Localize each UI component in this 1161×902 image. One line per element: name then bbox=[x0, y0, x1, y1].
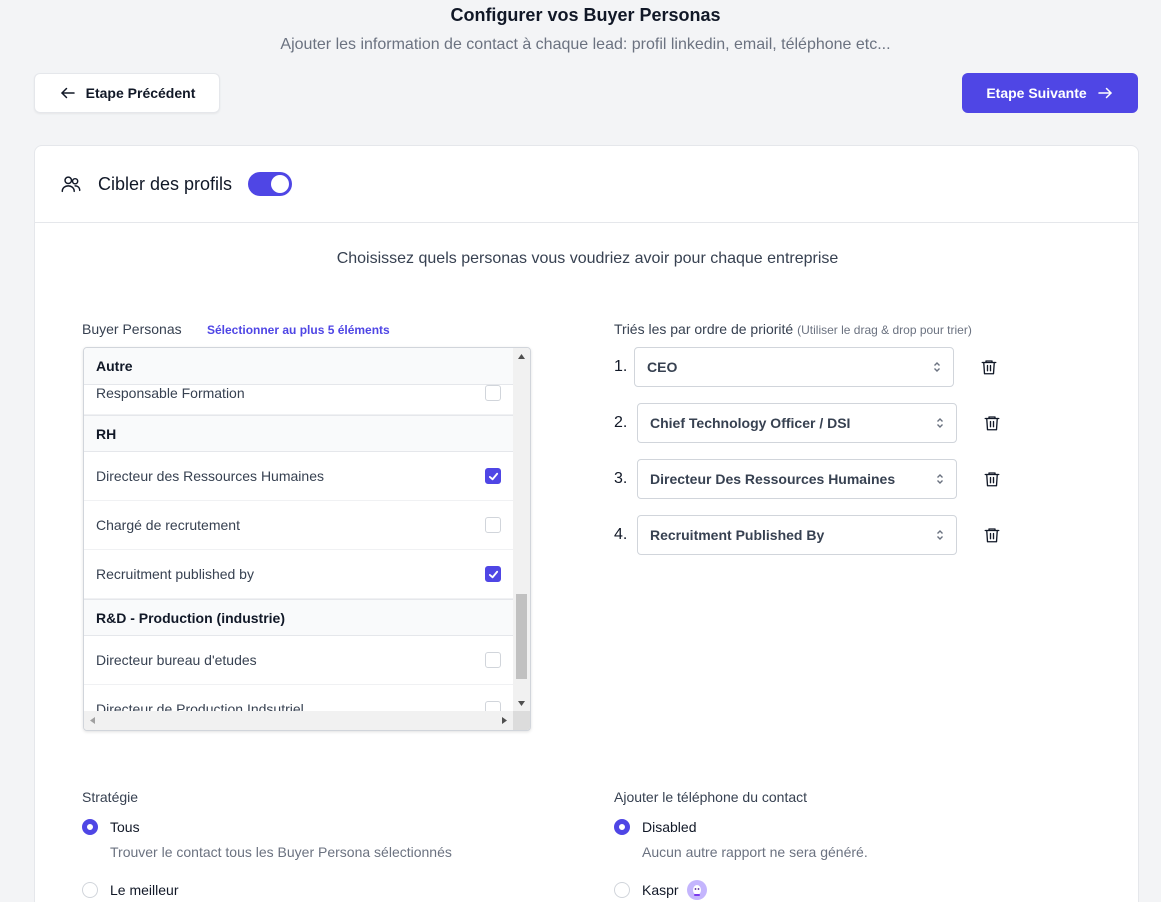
horizontal-scrollbar[interactable] bbox=[84, 711, 513, 730]
phone-option-disabled[interactable]: Disabled bbox=[614, 819, 696, 835]
priority-select-value: CEO bbox=[647, 359, 678, 375]
priority-row: 3. Directeur Des Ressources Humaines bbox=[614, 459, 1001, 499]
checkbox[interactable] bbox=[485, 517, 501, 533]
priority-number: 3. bbox=[614, 470, 628, 487]
list-item[interactable]: Recruitment published by bbox=[84, 550, 513, 599]
select-arrows-icon bbox=[934, 362, 940, 372]
list-item-label: Chargé de recrutement bbox=[96, 517, 240, 533]
priority-select[interactable]: Directeur Des Ressources Humaines bbox=[637, 459, 957, 499]
card-title: Cibler des profils bbox=[98, 173, 233, 194]
priority-select[interactable]: Chief Technology Officer / DSI bbox=[637, 403, 957, 443]
trash-icon[interactable] bbox=[983, 470, 1001, 488]
scrollbar-thumb[interactable] bbox=[516, 594, 527, 679]
list-item[interactable]: Directeur de Production Indsutriel bbox=[84, 685, 513, 712]
list-item-label: Recruitment published by bbox=[96, 566, 254, 582]
group-header: RH bbox=[84, 415, 513, 452]
target-profiles-toggle[interactable] bbox=[248, 172, 293, 196]
radio-button[interactable] bbox=[82, 882, 98, 898]
radio-label: Tous bbox=[110, 819, 140, 835]
priority-number: 1. bbox=[614, 358, 628, 375]
scrollbar-corner bbox=[513, 711, 530, 730]
scroll-down-icon[interactable] bbox=[513, 695, 530, 712]
scroll-left-icon[interactable] bbox=[84, 711, 101, 730]
trash-icon[interactable] bbox=[983, 414, 1001, 432]
buyer-personas-label: Buyer Personas bbox=[82, 321, 182, 337]
phone-label: Ajouter le téléphone du contact bbox=[614, 789, 808, 805]
previous-step-button[interactable]: Etape Précédent bbox=[34, 73, 220, 113]
phone-option-kaspr[interactable]: Kaspr bbox=[614, 880, 707, 900]
list-item[interactable]: Responsable Formation bbox=[84, 385, 513, 415]
page-title: Configurer vos Buyer Personas bbox=[450, 5, 721, 25]
priority-label-text: Triés les par ordre de priorité bbox=[614, 321, 794, 337]
checkbox[interactable] bbox=[485, 652, 501, 668]
checkbox[interactable] bbox=[485, 385, 501, 401]
radio-label: Kaspr bbox=[642, 882, 679, 898]
scroll-up-icon[interactable] bbox=[513, 348, 530, 365]
checkbox[interactable] bbox=[485, 566, 501, 582]
list-item-label: Responsable Formation bbox=[96, 385, 245, 401]
list-item[interactable]: Chargé de recrutement bbox=[84, 501, 513, 550]
priority-number: 2. bbox=[614, 414, 628, 431]
trash-icon[interactable] bbox=[983, 526, 1001, 544]
priority-select[interactable]: CEO bbox=[634, 347, 954, 387]
checkmark-icon bbox=[488, 570, 498, 578]
priority-label: Triés les par ordre de priorité (Utilise… bbox=[614, 321, 972, 337]
card-header: Cibler des profils bbox=[35, 146, 1138, 223]
arrow-right-icon bbox=[1097, 87, 1112, 99]
priority-row: 4. Recruitment Published By bbox=[614, 515, 1001, 555]
toggle-knob bbox=[271, 175, 290, 193]
target-profiles-card: Cibler des profils Choisissez quels pers… bbox=[34, 145, 1139, 902]
page-subtitle: Ajouter les information de contact à cha… bbox=[280, 36, 891, 53]
priority-row: 1. CEO bbox=[614, 347, 998, 387]
priority-select-value: Chief Technology Officer / DSI bbox=[650, 415, 851, 431]
kaspr-logo-icon bbox=[686, 880, 707, 900]
strategy-option-all[interactable]: Tous bbox=[82, 819, 140, 835]
list-item-label: Directeur bureau d'etudes bbox=[96, 652, 257, 668]
previous-step-label: Etape Précédent bbox=[85, 85, 196, 101]
next-step-label: Etape Suivante bbox=[986, 85, 1087, 101]
max-selection-hint: Sélectionner au plus 5 éléments bbox=[207, 323, 390, 337]
scroll-right-icon[interactable] bbox=[496, 711, 513, 730]
list-item[interactable]: Directeur des Ressources Humaines bbox=[84, 452, 513, 501]
next-step-button[interactable]: Etape Suivante bbox=[962, 73, 1138, 113]
intro-text: Choisissez quels personas vous voudriez … bbox=[336, 250, 839, 267]
listbox-viewport: Autre Responsable Formation RH Directeur… bbox=[84, 348, 513, 712]
priority-row: 2. Chief Technology Officer / DSI bbox=[614, 403, 1001, 443]
list-item-label: Directeur des Ressources Humaines bbox=[96, 468, 324, 484]
buyer-personas-listbox[interactable]: Autre Responsable Formation RH Directeur… bbox=[83, 347, 531, 731]
arrow-left-icon bbox=[60, 87, 75, 99]
vertical-scrollbar[interactable] bbox=[513, 348, 530, 712]
users-icon bbox=[61, 176, 81, 193]
priority-hint: (Utiliser le drag & drop pour trier) bbox=[797, 323, 972, 337]
checkmark-icon bbox=[488, 472, 498, 480]
strategy-option-best[interactable]: Le meilleur bbox=[82, 882, 178, 898]
list-item[interactable]: Directeur bureau d'etudes bbox=[84, 636, 513, 685]
group-header: R&D - Production (industrie) bbox=[84, 599, 513, 636]
radio-label: Le meilleur bbox=[110, 882, 179, 898]
radio-button[interactable] bbox=[82, 819, 98, 835]
priority-number: 4. bbox=[614, 526, 628, 543]
radio-button[interactable] bbox=[614, 882, 630, 898]
priority-select[interactable]: Recruitment Published By bbox=[637, 515, 957, 555]
radio-description: Trouver le contact tous les Buyer Person… bbox=[110, 844, 452, 860]
select-arrows-icon bbox=[937, 530, 943, 540]
trash-icon[interactable] bbox=[980, 358, 998, 376]
priority-select-value: Recruitment Published By bbox=[650, 527, 825, 543]
group-header: Autre bbox=[84, 348, 513, 385]
checkbox[interactable] bbox=[485, 468, 501, 484]
radio-description: Aucun autre rapport ne sera généré. bbox=[642, 844, 868, 860]
priority-select-value: Directeur Des Ressources Humaines bbox=[650, 471, 896, 487]
radio-label: Disabled bbox=[642, 819, 697, 835]
select-arrows-icon bbox=[937, 474, 943, 484]
select-arrows-icon bbox=[937, 418, 943, 428]
radio-button[interactable] bbox=[614, 819, 630, 835]
strategy-label: Stratégie bbox=[82, 789, 139, 805]
